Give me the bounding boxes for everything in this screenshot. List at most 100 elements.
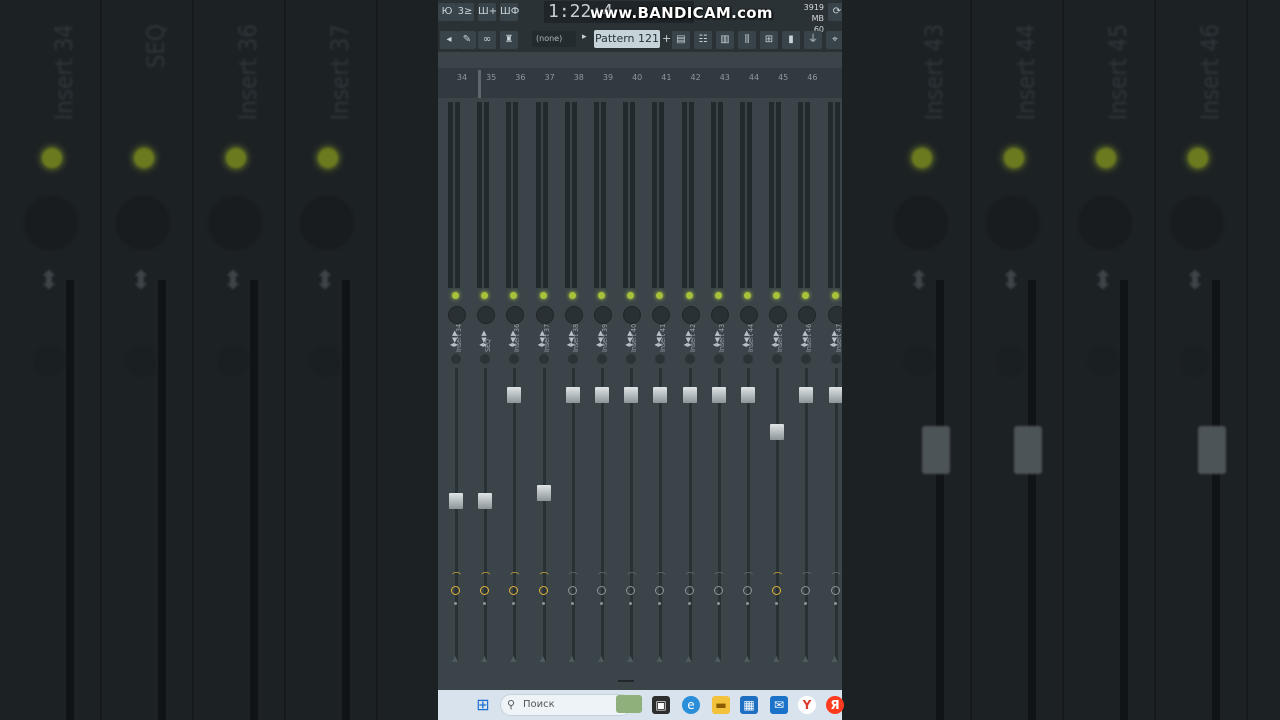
stereo-knob[interactable] bbox=[451, 354, 461, 364]
stereo-knob[interactable] bbox=[772, 354, 783, 364]
toolbar-button-4[interactable]: ШФ bbox=[500, 3, 519, 21]
mixer-strip[interactable]: Insert 41 ▲ ▼ ◂▸ ⌒ ▲ bbox=[646, 98, 674, 690]
stereo-knob[interactable] bbox=[655, 354, 666, 364]
pan-knob[interactable] bbox=[564, 306, 583, 324]
volume-fader[interactable] bbox=[478, 493, 493, 510]
mixer-icon[interactable]: ⫼ bbox=[738, 31, 756, 49]
stereo-knob[interactable] bbox=[626, 354, 637, 364]
strip-enable-led[interactable] bbox=[802, 292, 810, 299]
volume-fader[interactable] bbox=[565, 387, 580, 404]
mail-icon[interactable]: ✉ bbox=[770, 696, 788, 714]
stereo-knob[interactable] bbox=[538, 354, 549, 364]
swap-channels-icon[interactable]: ◂▸ bbox=[654, 340, 662, 349]
strip-enable-led[interactable] bbox=[831, 292, 839, 299]
stereo-knob[interactable] bbox=[801, 354, 812, 364]
strip-enable-led[interactable] bbox=[598, 292, 605, 299]
horizontal-scrollbar[interactable] bbox=[618, 680, 634, 682]
tools-icon[interactable]: ⌖ bbox=[826, 31, 842, 49]
yandex-browser-icon[interactable]: Y bbox=[798, 696, 816, 714]
strip-expand-icon[interactable]: ▲ bbox=[540, 654, 546, 663]
route-send-button[interactable] bbox=[684, 586, 694, 595]
edge-icon[interactable]: e bbox=[682, 696, 700, 714]
pan-knob[interactable] bbox=[769, 306, 788, 324]
route-link-icon[interactable]: ⌒ bbox=[686, 570, 695, 583]
strip-enable-led[interactable] bbox=[452, 292, 459, 299]
route-send-button[interactable] bbox=[801, 586, 811, 595]
strip-enable-led[interactable] bbox=[685, 292, 693, 299]
strip-expand-icon[interactable]: ▲ bbox=[481, 654, 487, 663]
swap-channels-icon[interactable]: ◂▸ bbox=[567, 340, 575, 349]
route-link-icon[interactable]: ⌒ bbox=[452, 570, 461, 583]
pan-knob[interactable] bbox=[798, 306, 817, 324]
browser-icon[interactable]: ⊞ bbox=[760, 31, 778, 49]
strip-enable-led[interactable] bbox=[568, 292, 576, 299]
volume-fader[interactable] bbox=[653, 387, 668, 404]
stereo-knob[interactable] bbox=[713, 354, 724, 364]
stamp-icon[interactable]: ♜ bbox=[500, 31, 518, 49]
file-icon[interactable]: ▮ bbox=[782, 31, 800, 49]
piano-roll-icon[interactable]: ☷ bbox=[694, 31, 712, 49]
toolbar-button-3[interactable]: Ш+ bbox=[478, 3, 497, 21]
mixer-strip[interactable]: SEQ ▲ ▼ ◂▸ ⌒ ▲ bbox=[471, 98, 499, 690]
swap-channels-icon[interactable]: ◂▸ bbox=[450, 340, 458, 349]
strip-enable-led[interactable] bbox=[510, 292, 518, 299]
brush-icon[interactable]: ✎ bbox=[458, 31, 476, 49]
toolbar-button-1[interactable]: Ю bbox=[438, 3, 456, 21]
pan-knob[interactable] bbox=[623, 306, 642, 324]
volume-fader[interactable] bbox=[711, 387, 726, 404]
stereo-knob[interactable] bbox=[567, 354, 578, 364]
pan-knob[interactable] bbox=[710, 306, 729, 324]
add-pattern-button[interactable]: + bbox=[662, 32, 671, 45]
swap-channels-icon[interactable]: ◂▸ bbox=[538, 340, 546, 349]
volume-fader[interactable] bbox=[449, 493, 463, 510]
route-link-icon[interactable]: ⌒ bbox=[598, 570, 607, 583]
strip-expand-icon[interactable]: ▲ bbox=[510, 654, 516, 663]
taskbar-search[interactable]: ⚲ Поиск bbox=[500, 694, 632, 716]
toolbar-button-2[interactable]: 3≥ bbox=[456, 3, 474, 21]
snap-selector[interactable]: (none) bbox=[532, 31, 576, 47]
stereo-knob[interactable] bbox=[830, 354, 841, 364]
pattern-arrow-icon[interactable]: ▸ bbox=[582, 32, 587, 42]
route-send-button[interactable] bbox=[830, 586, 840, 595]
route-send-button[interactable] bbox=[597, 586, 606, 595]
strip-enable-led[interactable] bbox=[773, 292, 781, 299]
stereo-knob[interactable] bbox=[509, 354, 520, 364]
yandex-icon[interactable]: Я bbox=[826, 696, 844, 714]
mixer-strip[interactable]: Insert 37 ▲ ▼ ◂▸ ⌒ ▲ bbox=[530, 98, 558, 690]
route-link-icon[interactable]: ⌒ bbox=[569, 570, 578, 583]
route-link-icon[interactable]: ⌒ bbox=[744, 570, 753, 583]
route-send-button[interactable] bbox=[655, 586, 665, 595]
route-send-button[interactable] bbox=[480, 586, 490, 595]
strip-enable-led[interactable] bbox=[744, 292, 751, 299]
mixer-strip[interactable]: Insert 38 ▲ ▼ ◂▸ ⌒ ▲ bbox=[559, 98, 587, 690]
pan-knob[interactable] bbox=[594, 306, 612, 324]
volume-fader[interactable] bbox=[799, 387, 814, 404]
stereo-knob[interactable] bbox=[480, 354, 491, 364]
volume-fader[interactable] bbox=[595, 387, 609, 404]
route-link-icon[interactable]: ⌒ bbox=[481, 570, 490, 583]
strip-enable-led[interactable] bbox=[656, 292, 664, 299]
route-link-icon[interactable]: ⌒ bbox=[773, 570, 782, 583]
strip-enable-led[interactable] bbox=[627, 292, 635, 299]
swap-channels-icon[interactable]: ◂▸ bbox=[800, 340, 808, 349]
route-send-button[interactable] bbox=[772, 586, 782, 595]
strip-expand-icon[interactable]: ▲ bbox=[832, 654, 838, 663]
mixer-strip[interactable]: Insert 43 ▲ ▼ ◂▸ ⌒ ▲ bbox=[705, 98, 733, 690]
swap-channels-icon[interactable]: ◂▸ bbox=[771, 340, 779, 349]
stereo-knob[interactable] bbox=[597, 354, 607, 364]
pan-knob[interactable] bbox=[448, 306, 466, 324]
route-link-icon[interactable]: ⌒ bbox=[715, 570, 724, 583]
route-send-button[interactable] bbox=[567, 586, 577, 595]
strip-expand-icon[interactable]: ▲ bbox=[715, 654, 721, 663]
volume-fader[interactable] bbox=[828, 387, 842, 404]
mixer-strip[interactable]: Insert 40 ▲ ▼ ◂▸ ⌒ ▲ bbox=[617, 98, 645, 690]
mixer-strip[interactable]: Insert 42 ▲ ▼ ◂▸ ⌒ ▲ bbox=[676, 98, 704, 690]
strip-enable-led[interactable] bbox=[539, 292, 547, 299]
strip-expand-icon[interactable]: ▲ bbox=[773, 654, 779, 663]
swap-channels-icon[interactable]: ◂▸ bbox=[596, 340, 604, 349]
landscape-widget-icon[interactable] bbox=[616, 695, 642, 713]
file-explorer-icon[interactable]: ▬ bbox=[712, 696, 730, 714]
mixer-strip[interactable]: Insert 44 ▲ ▼ ◂▸ ⌒ ▲ bbox=[734, 98, 762, 690]
strip-expand-icon[interactable]: ▲ bbox=[802, 654, 808, 663]
swap-channels-icon[interactable]: ◂▸ bbox=[508, 340, 516, 349]
